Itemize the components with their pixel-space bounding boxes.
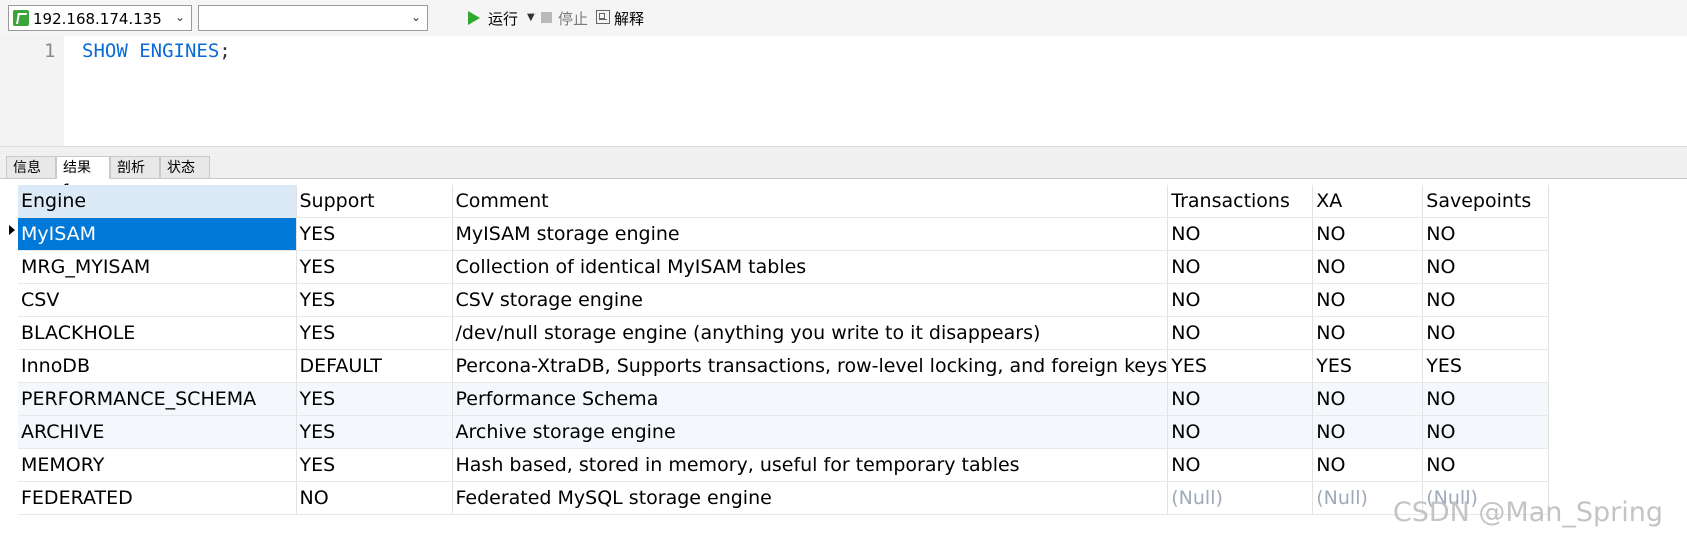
table-row[interactable]: MRG_MYISAM YES Collection of identical MyI… (18, 250, 1550, 284)
chevron-down-icon: ⌄ (174, 10, 185, 24)
explain-button[interactable]: 解释 (614, 8, 644, 29)
cell-transactions[interactable]: (Null) (1167, 481, 1314, 515)
sql-editor[interactable]: 1 SHOW ENGINES; (0, 36, 1687, 146)
result-tabs: 信息 结果 1 剖析 状态 (0, 154, 1687, 198)
table-row[interactable]: InnoDB DEFAULT Percona-XtraDB, Supports tr… (18, 349, 1550, 383)
cell-comment[interactable]: Federated MySQL storage engine (452, 481, 1169, 515)
toolbar: 192.168.174.135 ⌄ ⌄ 运行 ▼ 停止 解释 (0, 0, 1687, 36)
cell-savepoints[interactable]: NO (1422, 448, 1550, 482)
column-header-savepoints[interactable]: Savepoints (1422, 185, 1550, 218)
table-row[interactable]: ARCHIVE YES Archive storage engine NO NO NO (18, 415, 1550, 449)
watermark: CSDN @Man_Spring (1392, 497, 1663, 528)
column-header-transactions[interactable]: Transactions (1167, 185, 1314, 218)
cell-engine[interactable]: FEDERATED (18, 481, 297, 515)
cell-support[interactable]: YES (296, 316, 453, 350)
cell-support[interactable]: NO (296, 481, 453, 515)
database-select[interactable]: ⌄ (198, 5, 428, 31)
cell-savepoints[interactable]: YES (1422, 349, 1550, 383)
connection-select[interactable]: 192.168.174.135 ⌄ (8, 5, 192, 31)
column-header-engine[interactable]: Engine (18, 185, 297, 218)
current-row-indicator-icon (9, 225, 15, 235)
cell-savepoints[interactable]: NO (1422, 217, 1550, 251)
cell-comment[interactable]: CSV storage engine (452, 283, 1169, 317)
cell-comment[interactable]: Hash based, stored in memory, useful for… (452, 448, 1169, 482)
cell-transactions[interactable]: NO (1167, 250, 1314, 284)
tab-info[interactable]: 信息 (6, 156, 56, 178)
cell-savepoints[interactable]: NO (1422, 382, 1550, 416)
cell-comment[interactable]: Percona-XtraDB, Supports transactions, r… (452, 349, 1169, 383)
line-number: 1 (44, 40, 56, 62)
cell-transactions[interactable]: NO (1167, 283, 1314, 317)
cell-support[interactable]: YES (296, 217, 453, 251)
table-row[interactable]: BLACKHOLE YES/dev/null storage engine (an… (18, 316, 1550, 350)
stop-icon (541, 12, 552, 23)
cell-transactions[interactable]: NO (1167, 217, 1314, 251)
cell-comment[interactable]: /dev/null storage engine (anything you w… (452, 316, 1169, 350)
cell-savepoints[interactable]: NO (1422, 316, 1550, 350)
cell-engine[interactable]: CSV (18, 283, 297, 317)
column-header-support[interactable]: Support (296, 185, 453, 218)
table-row[interactable]: PERFORMANCE_SCHEMA YES Performance Schema N… (18, 382, 1550, 416)
cell-engine[interactable]: PERFORMANCE_SCHEMA (18, 382, 297, 416)
cell-engine[interactable]: MyISAM (18, 217, 297, 251)
table-row[interactable]: MEMORY YES Hash based, stored in memory, u… (18, 448, 1550, 482)
cell-engine[interactable]: MRG_MYISAM (18, 250, 297, 284)
tab-result-1[interactable]: 结果 1 (56, 156, 110, 198)
cell-engine[interactable]: MEMORY (18, 448, 297, 482)
cell-xa[interactable]: YES (1312, 349, 1424, 383)
cell-xa[interactable]: NO (1312, 448, 1424, 482)
explain-icon (596, 10, 610, 24)
cell-engine[interactable]: BLACKHOLE (18, 316, 297, 350)
header-row: Engine Support Comment Transactions XA S… (18, 185, 1550, 218)
cell-xa[interactable]: NO (1312, 316, 1424, 350)
cell-transactions[interactable]: NO (1167, 415, 1314, 449)
cell-transactions[interactable]: NO (1167, 448, 1314, 482)
play-icon[interactable] (468, 11, 480, 25)
table-row[interactable]: FEDERATED NO Federated MySQL storage engin… (18, 481, 1550, 515)
cell-support[interactable]: YES (296, 283, 453, 317)
cell-transactions[interactable]: NO (1167, 316, 1314, 350)
cell-support[interactable]: DEFAULT (296, 349, 453, 383)
sql-terminator: ; (219, 40, 231, 62)
table-row[interactable]: MyISAM YES MyISAM storage engine NO NO NO (18, 217, 1550, 251)
cell-xa[interactable]: NO (1312, 250, 1424, 284)
cell-engine[interactable]: ARCHIVE (18, 415, 297, 449)
connection-value: 192.168.174.135 (33, 10, 162, 28)
cell-xa[interactable]: NO (1312, 217, 1424, 251)
cell-comment[interactable]: Performance Schema (452, 382, 1169, 416)
table-row[interactable]: CSV YES CSV storage engine NO NO NO (18, 283, 1550, 317)
cell-comment[interactable]: Collection of identical MyISAM tables (452, 250, 1169, 284)
cell-savepoints[interactable]: NO (1422, 415, 1550, 449)
tab-profile[interactable]: 剖析 (110, 156, 160, 178)
cell-support[interactable]: YES (296, 250, 453, 284)
cell-support[interactable]: YES (296, 382, 453, 416)
cell-transactions[interactable]: YES (1167, 349, 1314, 383)
sql-keyword: SHOW ENGINES (82, 40, 220, 62)
connection-icon (13, 10, 29, 26)
cell-support[interactable]: YES (296, 448, 453, 482)
line-gutter: 1 (0, 36, 64, 146)
run-dropdown-icon[interactable]: ▼ (527, 12, 535, 23)
cell-xa[interactable]: NO (1312, 283, 1424, 317)
stop-button[interactable]: 停止 (558, 8, 588, 29)
column-header-xa[interactable]: XA (1312, 185, 1424, 218)
sql-code[interactable]: SHOW ENGINES; (82, 40, 231, 62)
cell-comment[interactable]: Archive storage engine (452, 415, 1169, 449)
cell-transactions[interactable]: NO (1167, 382, 1314, 416)
result-grid: Engine Support Comment Transactions XA S… (18, 185, 1550, 515)
cell-engine[interactable]: InnoDB (18, 349, 297, 383)
run-button[interactable]: 运行 (488, 8, 518, 29)
cell-xa[interactable]: NO (1312, 382, 1424, 416)
tab-status[interactable]: 状态 (160, 156, 210, 178)
chevron-down-icon: ⌄ (410, 10, 421, 24)
column-header-comment[interactable]: Comment (452, 185, 1169, 218)
cell-savepoints[interactable]: NO (1422, 250, 1550, 284)
cell-support[interactable]: YES (296, 415, 453, 449)
cell-comment[interactable]: MyISAM storage engine (452, 217, 1169, 251)
cell-savepoints[interactable]: NO (1422, 283, 1550, 317)
cell-xa[interactable]: NO (1312, 415, 1424, 449)
